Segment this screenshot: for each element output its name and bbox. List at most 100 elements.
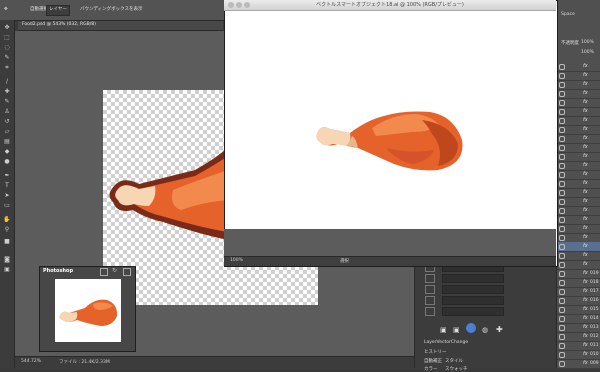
- fill-value[interactable]: 100%: [581, 50, 594, 55]
- layer-effects-icon[interactable]: fx: [583, 63, 588, 69]
- visibility-eye-icon[interactable]: [559, 154, 565, 160]
- zoom-icon[interactable]: ⚲: [3, 226, 11, 234]
- brush-icon[interactable]: ✎: [3, 98, 11, 106]
- layer-effects-icon[interactable]: fx: [583, 207, 588, 213]
- panel-tab-swatch[interactable]: スウォッチ: [445, 366, 468, 372]
- layer-effects-icon[interactable]: fx: [583, 342, 588, 348]
- panel-tab-history[interactable]: ヒストリー: [424, 349, 447, 355]
- layer-effects-icon[interactable]: fx: [583, 297, 588, 303]
- opacity-value[interactable]: 100%: [581, 40, 594, 45]
- panel-tab-layer-vector[interactable]: LayerVectorChange: [424, 340, 468, 345]
- marquee-icon[interactable]: ⬚: [3, 34, 11, 42]
- visibility-eye-icon[interactable]: [559, 262, 565, 268]
- layer-effects-icon[interactable]: fx: [583, 288, 588, 294]
- visibility-eye-icon[interactable]: [559, 298, 565, 304]
- layer-effects-icon[interactable]: fx: [583, 198, 588, 204]
- visibility-eye-icon[interactable]: [559, 316, 565, 322]
- new-action-icon[interactable]: ✚: [496, 325, 503, 334]
- screen-mode-icon[interactable]: ▣: [3, 266, 11, 274]
- visibility-eye-icon[interactable]: [559, 280, 565, 286]
- play-icon[interactable]: [466, 323, 476, 333]
- visibility-eye-icon[interactable]: [559, 325, 565, 331]
- layer-effects-icon[interactable]: fx: [583, 360, 588, 366]
- stop-icon[interactable]: ▣: [440, 326, 447, 334]
- layer-effects-icon[interactable]: fx: [583, 306, 588, 312]
- visibility-eye-icon[interactable]: [559, 289, 565, 295]
- visibility-eye-icon[interactable]: [559, 217, 565, 223]
- eraser-icon[interactable]: ▱: [3, 128, 11, 136]
- layer-effects-icon[interactable]: fx: [583, 162, 588, 168]
- layer-effects-icon[interactable]: fx: [583, 189, 588, 195]
- visibility-eye-icon[interactable]: [559, 64, 565, 70]
- path-select-icon[interactable]: ➤: [3, 192, 11, 200]
- layer-effects-icon[interactable]: fx: [583, 117, 588, 123]
- visibility-eye-icon[interactable]: [559, 91, 565, 97]
- layer-effects-icon[interactable]: fx: [583, 99, 588, 105]
- layer-effects-icon[interactable]: fx: [583, 279, 588, 285]
- eyedropper-icon[interactable]: /: [3, 78, 11, 86]
- visibility-eye-icon[interactable]: [559, 118, 565, 124]
- healing-icon[interactable]: ✚: [3, 88, 11, 96]
- quick-select-icon[interactable]: ✎: [3, 54, 11, 62]
- visibility-eye-icon[interactable]: [559, 199, 565, 205]
- visibility-eye-icon[interactable]: [559, 307, 565, 313]
- layer-effects-icon[interactable]: fx: [583, 144, 588, 150]
- visibility-eye-icon[interactable]: [559, 181, 565, 187]
- move-icon[interactable]: ✥: [3, 24, 11, 32]
- stamp-icon[interactable]: ♙: [3, 108, 11, 116]
- gradient-icon[interactable]: ▤: [3, 138, 11, 146]
- visibility-eye-icon[interactable]: [559, 190, 565, 196]
- action-row[interactable]: [422, 284, 517, 294]
- move-tool-icon[interactable]: ✥: [4, 6, 8, 14]
- layer-effects-icon[interactable]: fx: [583, 108, 588, 114]
- visibility-eye-icon[interactable]: [559, 127, 565, 133]
- panel-tab-style[interactable]: スタイル: [445, 358, 463, 364]
- visibility-eye-icon[interactable]: [559, 271, 565, 277]
- visibility-eye-icon[interactable]: [559, 244, 565, 250]
- preview-zoom[interactable]: 100%: [230, 258, 243, 263]
- layer-effects-icon[interactable]: fx: [583, 315, 588, 321]
- navigator-close-icon[interactable]: [100, 268, 108, 276]
- navigator-rotate-icon[interactable]: ↻: [112, 267, 117, 274]
- history-brush-icon[interactable]: ↺: [3, 118, 11, 126]
- layer-effects-icon[interactable]: fx: [583, 216, 588, 222]
- quick-mask-icon[interactable]: ◙: [3, 256, 11, 264]
- visibility-eye-icon[interactable]: [559, 253, 565, 259]
- color-swatch-icon[interactable]: ■: [3, 238, 11, 246]
- hand-icon[interactable]: ✋: [3, 216, 11, 224]
- layer-effects-icon[interactable]: fx: [583, 72, 588, 78]
- layer-effects-icon[interactable]: fx: [583, 225, 588, 231]
- record-icon[interactable]: ▣: [453, 326, 460, 334]
- type-icon[interactable]: T: [3, 182, 11, 190]
- layer-effects-icon[interactable]: fx: [583, 153, 588, 159]
- layer-effects-icon[interactable]: fx: [583, 243, 588, 249]
- layer-effects-icon[interactable]: fx: [583, 180, 588, 186]
- shape-icon[interactable]: ▭: [3, 202, 11, 210]
- layer-effects-icon[interactable]: fx: [583, 81, 588, 87]
- layer-effects-icon[interactable]: fx: [583, 135, 588, 141]
- zoom-readout[interactable]: 544.72%: [21, 359, 41, 364]
- visibility-eye-icon[interactable]: [559, 235, 565, 241]
- new-set-icon[interactable]: ◍: [482, 326, 488, 334]
- dodge-icon[interactable]: ●: [3, 158, 11, 166]
- action-row[interactable]: [422, 306, 517, 316]
- show-bounding-box-label[interactable]: バウンディングボックスを表示: [80, 6, 143, 14]
- pen-icon[interactable]: ✒: [3, 172, 11, 180]
- layer-effects-icon[interactable]: fx: [583, 90, 588, 96]
- panel-tab-adjust[interactable]: 自動補正: [424, 358, 442, 364]
- visibility-eye-icon[interactable]: [559, 172, 565, 178]
- visibility-eye-icon[interactable]: [559, 361, 565, 367]
- visibility-eye-icon[interactable]: [559, 208, 565, 214]
- visibility-eye-icon[interactable]: [559, 136, 565, 142]
- visibility-eye-icon[interactable]: [559, 163, 565, 169]
- navigator-menu-icon[interactable]: [123, 268, 131, 276]
- layer-effects-icon[interactable]: fx: [583, 261, 588, 267]
- visibility-eye-icon[interactable]: [559, 82, 565, 88]
- panel-tab-color[interactable]: カラー: [424, 366, 438, 372]
- visibility-eye-icon[interactable]: [559, 352, 565, 358]
- action-row[interactable]: [422, 295, 517, 305]
- layer-effects-icon[interactable]: fx: [583, 252, 588, 258]
- visibility-eye-icon[interactable]: [559, 109, 565, 115]
- layer-effects-icon[interactable]: fx: [583, 234, 588, 240]
- layer-effects-icon[interactable]: fx: [583, 126, 588, 132]
